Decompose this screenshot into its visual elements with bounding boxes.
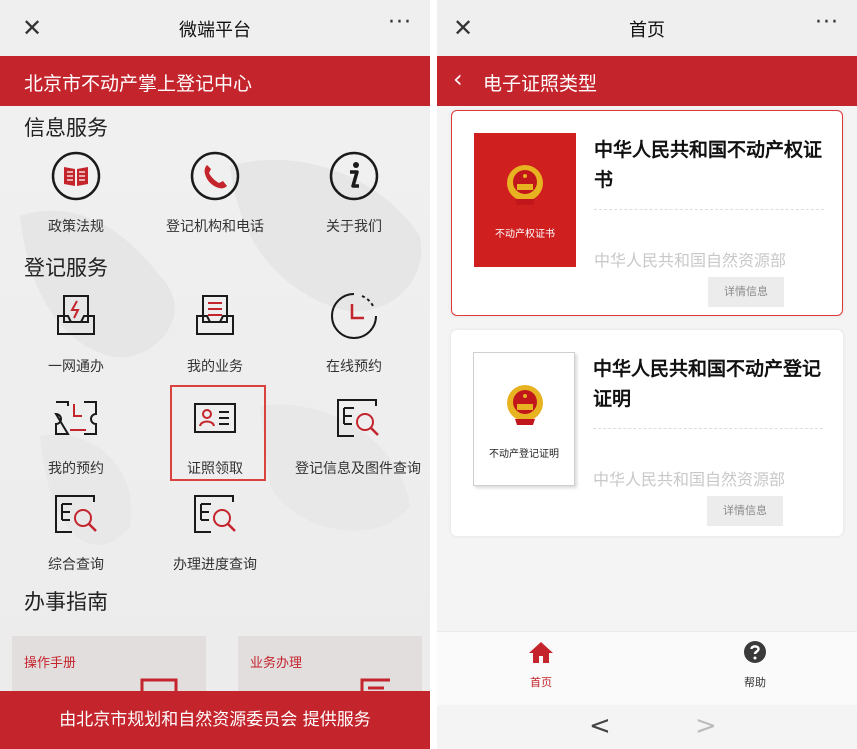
tab-label: 首页 xyxy=(530,676,552,689)
service-label: 我的业务 xyxy=(187,359,243,375)
guide-label: 操作手册 xyxy=(24,656,77,671)
cover-text: 不动产登记证明 xyxy=(489,449,559,460)
service-one-network[interactable]: 一网通办 xyxy=(16,290,136,376)
banner-title: 北京市不动产掌上登记中心 xyxy=(24,73,253,95)
certificate-issuer: 中华人民共和国自然资源部 xyxy=(594,251,787,270)
details-button[interactable]: 详情信息 xyxy=(708,277,784,307)
national-emblem-icon xyxy=(507,385,543,425)
search-document-icon xyxy=(55,495,97,533)
certificate-name: 中华人民共和国不动产权证书 xyxy=(594,139,823,191)
service-label: 登记信息及图件查询 xyxy=(295,461,421,477)
manual-icon xyxy=(140,678,178,691)
page-header: ‹ 电子证照类型 xyxy=(437,56,857,106)
divider xyxy=(593,428,823,429)
service-my-business[interactable]: 我的业务 xyxy=(155,290,275,376)
help-icon xyxy=(744,641,766,663)
bottom-tab-bar: 首页 帮助 xyxy=(437,631,857,705)
certificate-name: 中华人民共和国不动产登记证明 xyxy=(593,358,822,410)
back-chevron-icon[interactable]: ‹ xyxy=(453,65,463,93)
home-icon xyxy=(529,642,553,663)
document-tray-icon xyxy=(196,295,234,335)
nav-back-button[interactable]: < xyxy=(589,711,611,741)
tab-help[interactable]: 帮助 xyxy=(695,640,815,690)
clock-icon xyxy=(331,293,377,339)
info-icon xyxy=(329,151,379,201)
right-phone-screen: ✕ 首页 ··· ‹ 电子证照类型 不动产权证书 中华人民共和国不动产权证书 中… xyxy=(437,0,857,749)
service-online-appointment[interactable]: 在线预约 xyxy=(294,290,414,376)
book-icon xyxy=(51,151,101,201)
provider-footer: 由北京市规划和自然资源委员会 提供服务 xyxy=(0,691,430,749)
service-content: 信息服务 政策法规 登记机构和电话 关于我们 登记服务 一网通办 我的业务 在线… xyxy=(0,106,430,691)
window-title: 首页 xyxy=(629,20,665,41)
service-comprehensive-query[interactable]: 综合查询 xyxy=(16,488,136,574)
certificate-list: 不动产权证书 中华人民共和国不动产权证书 中华人民共和国自然资源部 详情信息 不… xyxy=(437,106,857,631)
section-title-guide: 办事指南 xyxy=(24,590,108,614)
service-label: 办理进度查询 xyxy=(173,557,257,573)
more-icon[interactable]: ··· xyxy=(388,10,412,35)
inbox-icon xyxy=(57,295,95,335)
service-progress-query[interactable]: 办理进度查询 xyxy=(155,488,275,574)
certificate-cover: 不动产权证书 xyxy=(474,133,576,267)
service-policy[interactable]: 政策法规 xyxy=(16,150,136,236)
tab-home[interactable]: 首页 xyxy=(481,640,601,690)
search-document-icon xyxy=(194,495,236,533)
highlight-box xyxy=(170,385,266,481)
service-my-appointment[interactable]: 我的预约 xyxy=(16,392,136,478)
service-label: 综合查询 xyxy=(48,557,104,573)
guide-card-business[interactable]: 业务办理 xyxy=(238,636,422,691)
guide-label: 业务办理 xyxy=(250,656,303,671)
service-agency-phone[interactable]: 登记机构和电话 xyxy=(155,150,275,236)
service-about-us[interactable]: 关于我们 xyxy=(294,150,414,236)
wechat-title-bar: ✕ 首页 ··· xyxy=(437,0,857,56)
wechat-title-bar: ✕ 微端平台 ··· xyxy=(0,0,430,56)
app-banner: 北京市不动产掌上登记中心 xyxy=(0,56,430,106)
divider xyxy=(594,209,824,210)
phone-icon xyxy=(190,151,240,201)
national-emblem-icon xyxy=(507,165,543,205)
more-icon[interactable]: ··· xyxy=(815,10,839,35)
tab-label: 帮助 xyxy=(744,676,766,689)
cover-text: 不动产权证书 xyxy=(495,229,555,240)
browser-nav-bar: < > xyxy=(437,705,857,749)
left-phone-screen: ✕ 微端平台 ··· 北京市不动产掌上登记中心 信息服务 政策法规 登记机构和电… xyxy=(0,0,430,749)
business-icon xyxy=(360,678,390,691)
certificate-card[interactable]: 不动产登记证明 中华人民共和国不动产登记证明 中华人民共和国自然资源部 详情信息 xyxy=(451,330,843,536)
nav-forward-button[interactable]: > xyxy=(695,711,717,741)
guide-card-manual[interactable]: 操作手册 xyxy=(12,636,206,691)
details-button[interactable]: 详情信息 xyxy=(707,496,783,526)
window-title: 微端平台 xyxy=(179,20,251,41)
certificate-cover: 不动产登记证明 xyxy=(473,352,575,486)
service-registration-query[interactable]: 登记信息及图件查询 xyxy=(290,392,426,478)
service-label: 我的预约 xyxy=(48,461,104,477)
certificate-issuer: 中华人民共和国自然资源部 xyxy=(593,470,786,489)
service-label: 一网通办 xyxy=(48,359,104,375)
section-title-registration: 登记服务 xyxy=(24,256,108,280)
service-label: 登记机构和电话 xyxy=(166,219,264,235)
service-label: 在线预约 xyxy=(326,359,382,375)
service-label: 政策法规 xyxy=(48,219,104,235)
page-title: 电子证照类型 xyxy=(483,73,598,95)
search-document-icon xyxy=(337,399,379,437)
ticket-icon xyxy=(54,401,97,435)
section-title-info: 信息服务 xyxy=(24,116,108,140)
service-label: 关于我们 xyxy=(326,219,382,235)
certificate-card[interactable]: 不动产权证书 中华人民共和国不动产权证书 中华人民共和国自然资源部 详情信息 xyxy=(451,110,843,316)
